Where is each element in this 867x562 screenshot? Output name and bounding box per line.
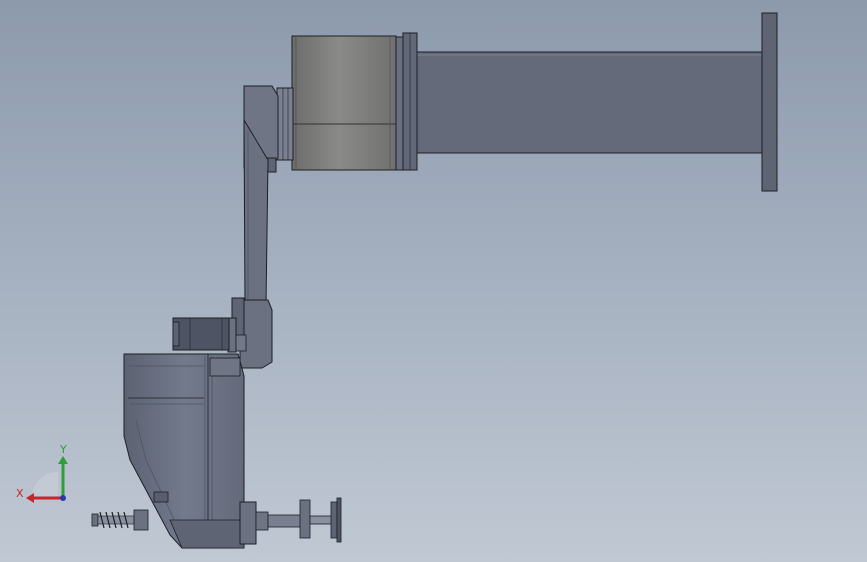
right-shaft[interactable] xyxy=(255,497,342,543)
connector-box[interactable] xyxy=(172,317,230,351)
motor-flange[interactable] xyxy=(394,32,418,171)
end-flange[interactable] xyxy=(761,12,778,192)
motor-collar[interactable] xyxy=(276,87,294,161)
reference-triad: Y X xyxy=(16,443,68,503)
horizontal-beam[interactable] xyxy=(414,51,766,154)
graphics-viewport[interactable]: Y X xyxy=(0,0,867,562)
y-axis-label: Y xyxy=(59,443,67,456)
triad-plane xyxy=(32,472,58,498)
y-axis-arrow xyxy=(58,456,68,464)
x-axis-arrow xyxy=(26,493,34,503)
left-spring[interactable] xyxy=(91,509,149,531)
z-axis-dot xyxy=(60,495,66,501)
motor-housing[interactable] xyxy=(291,35,397,171)
x-axis-label: X xyxy=(16,487,24,500)
robot-arm-model[interactable] xyxy=(0,0,867,562)
